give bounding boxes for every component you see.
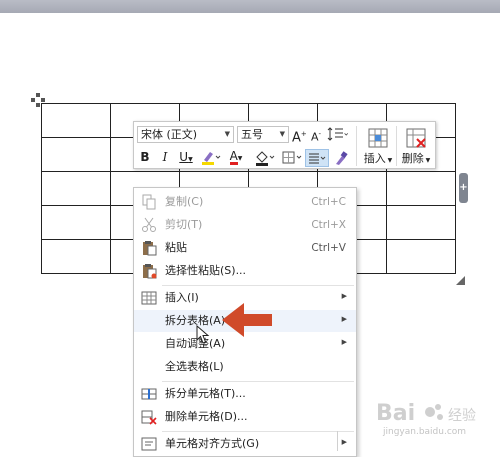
menu-item-select-table[interactable]: 全选表格(L)	[134, 356, 356, 378]
insert-label: 插入	[363, 152, 386, 165]
menu-item-label: 拆分单元格(T)...	[165, 387, 246, 400]
submenu-divider	[337, 431, 338, 451]
table-cell[interactable]	[41, 205, 111, 240]
menu-item-shortcut: Ctrl+V	[311, 242, 346, 254]
menu-item-label: 全选表格(L)	[165, 360, 224, 373]
menu-item-label: 单元格对齐方式(G)	[165, 437, 260, 450]
align-button[interactable]	[305, 149, 329, 167]
table-cell[interactable]	[41, 137, 111, 172]
menu-item-label: 删除单元格(D)...	[165, 410, 248, 423]
menu-item-shortcut: Ctrl+X	[311, 219, 346, 231]
mini-toolbar: 宋体 (正文) ▼ 五号 ▼ A+ A- B I U▼ A▼ 插入 ▼ 删除 ▼	[133, 121, 436, 169]
delete-table-button[interactable]: 删除 ▼	[398, 125, 434, 167]
paste-icon	[143, 241, 157, 256]
underline-label: U	[179, 150, 189, 164]
align-center-icon	[309, 153, 326, 164]
watermark-url: jingyan.baidu.com	[383, 427, 467, 437]
table-cell[interactable]	[386, 171, 456, 206]
font-size-select[interactable]: 五号 ▼	[237, 126, 289, 143]
font-color-button[interactable]: A▼	[226, 148, 246, 165]
menu-item-paste-special[interactable]: 选择性粘贴(S)...	[134, 260, 356, 282]
cell-align-icon	[141, 437, 157, 451]
shrink-font-label: A	[310, 130, 319, 144]
font-size-value: 五号	[241, 128, 263, 141]
table-insert-icon	[368, 128, 388, 148]
italic-label: I	[162, 150, 168, 164]
copy-icon	[142, 194, 156, 210]
menu-separator	[162, 431, 354, 432]
table-cell[interactable]	[386, 205, 456, 240]
grow-font-label: A	[292, 130, 301, 146]
add-column-handle[interactable]: +	[459, 173, 468, 203]
window-top-bar	[0, 0, 500, 13]
toolbar-divider	[396, 126, 397, 166]
font-color-label: A	[229, 149, 238, 165]
svg-text:经验: 经验	[448, 408, 476, 424]
submenu-arrow-icon: ▶	[341, 438, 347, 446]
shrink-font-button[interactable]: A-	[309, 126, 323, 144]
table-resize-handle[interactable]	[456, 276, 465, 285]
menu-separator	[162, 381, 354, 382]
paste-special-icon	[143, 264, 157, 279]
chevron-down-icon: ▼	[224, 130, 230, 138]
menu-item-paste[interactable]: 粘贴 Ctrl+V	[134, 237, 356, 259]
annotation-arrow-icon	[222, 303, 272, 337]
menu-item-shortcut: Ctrl+C	[311, 196, 346, 208]
table-cell[interactable]	[386, 239, 456, 274]
table-insert-icon	[141, 291, 157, 305]
delete-cells-icon	[141, 410, 157, 425]
table-cell[interactable]	[41, 103, 111, 138]
table-cell[interactable]	[41, 171, 111, 206]
menu-item-delete-cells[interactable]: 删除单元格(D)...	[134, 406, 356, 428]
menu-item-label: 复制(C)	[165, 195, 204, 208]
menu-item-label: 粘贴	[165, 241, 187, 254]
grow-font-button[interactable]: A+	[292, 126, 307, 146]
menu-item-label: 剪切(T)	[165, 218, 203, 231]
highlighter-icon[interactable]	[200, 150, 222, 166]
table-delete-icon	[406, 128, 426, 148]
menu-item-cut[interactable]: 剪切(T) Ctrl+X	[134, 214, 356, 236]
chevron-down-icon: ▼	[279, 130, 285, 138]
menu-separator	[162, 285, 354, 286]
split-cells-icon	[141, 388, 157, 400]
insert-table-button[interactable]: 插入 ▼	[360, 125, 396, 167]
submenu-arrow-icon: ▶	[341, 338, 347, 346]
baidu-logo-icon: Bai 经验	[376, 401, 476, 426]
baidu-watermark: Bai 经验 jingyan.baidu.com	[374, 396, 494, 442]
menu-item-cell-alignment[interactable]: 单元格对齐方式(G) ▶	[134, 433, 356, 455]
bold-button[interactable]: B	[138, 149, 152, 166]
toolbar-divider	[356, 126, 357, 166]
menu-item-copy[interactable]: 复制(C) Ctrl+C	[134, 191, 356, 213]
line-spacing-icon[interactable]	[327, 127, 349, 141]
svg-text:Bai: Bai	[376, 401, 415, 426]
mouse-pointer-icon	[196, 325, 210, 344]
font-name-value: 宋体 (正文)	[141, 128, 198, 141]
borders-icon[interactable]	[281, 150, 303, 166]
table-cell[interactable]	[41, 239, 111, 274]
bold-label: B	[140, 150, 150, 164]
submenu-arrow-icon: ▶	[341, 292, 347, 300]
submenu-arrow-icon: ▶	[341, 315, 347, 323]
menu-item-label: 选择性粘贴(S)...	[165, 264, 247, 277]
font-name-select[interactable]: 宋体 (正文) ▼	[137, 126, 234, 143]
scissors-icon	[142, 217, 156, 232]
underline-button[interactable]: U▼	[177, 149, 195, 166]
menu-item-split-cells[interactable]: 拆分单元格(T)...	[134, 383, 356, 405]
shading-bucket-icon[interactable]	[254, 150, 276, 166]
format-painter-icon[interactable]	[333, 150, 349, 166]
menu-item-label: 插入(I)	[165, 291, 199, 304]
italic-button[interactable]: I	[158, 149, 172, 166]
delete-label: 删除	[401, 152, 424, 165]
